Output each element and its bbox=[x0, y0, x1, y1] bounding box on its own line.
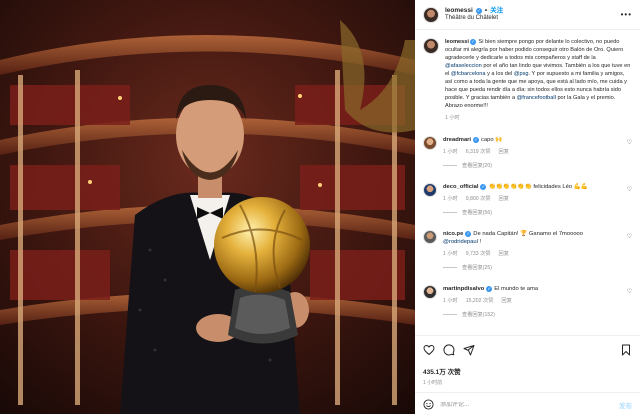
post-time: 1 小时前 bbox=[423, 380, 443, 386]
reply-button[interactable]: 回复 bbox=[499, 195, 509, 203]
caption-time[interactable]: 1 小时 bbox=[445, 114, 460, 122]
follow-separator: • bbox=[484, 7, 488, 15]
comment-text: El mundo te ama bbox=[494, 286, 539, 292]
post-comment-button[interactable]: 发布 bbox=[619, 400, 632, 410]
mention-link[interactable]: @rodridepaul bbox=[443, 239, 478, 245]
bookmark-icon[interactable] bbox=[620, 344, 632, 356]
comment-heart-icon[interactable]: ♡ bbox=[627, 186, 632, 193]
comment-likes[interactable]: 9,733 次赞 bbox=[466, 250, 491, 258]
author-username[interactable]: leomessi bbox=[445, 7, 473, 14]
add-comment-bar: 发布 bbox=[415, 392, 640, 414]
verified-badge-icon: ✓ bbox=[465, 231, 472, 237]
mention-link[interactable]: @fcbarcelona bbox=[451, 71, 486, 77]
verified-badge-icon: ✓ bbox=[469, 39, 476, 45]
view-replies-button[interactable]: 查看回复(20) bbox=[443, 162, 632, 169]
caption-text: y a los del bbox=[485, 71, 514, 77]
comment-likes[interactable]: 9,800 次赞 bbox=[466, 195, 491, 203]
commenter-avatar[interactable] bbox=[423, 285, 437, 299]
comment-item: martinpdisalvo ✓ El mundo te ama 1 小时 15,20… bbox=[423, 285, 632, 305]
reply-button[interactable]: 回复 bbox=[499, 148, 509, 156]
comment-username[interactable]: dreadmari bbox=[443, 137, 471, 143]
like-count[interactable]: 435.1万 次赞 bbox=[423, 366, 632, 376]
comment-likes[interactable]: 15,202 次赞 bbox=[466, 297, 494, 305]
share-icon[interactable] bbox=[463, 344, 475, 356]
author-avatar[interactable] bbox=[423, 38, 439, 54]
comment-username[interactable]: nico.pe bbox=[443, 231, 463, 237]
comment-text: capo 🙌 bbox=[481, 137, 503, 143]
comment-time[interactable]: 1 小时 bbox=[443, 148, 458, 156]
comment-heart-icon[interactable]: ♡ bbox=[627, 233, 632, 240]
location-link[interactable]: Théâtre du Châtelet bbox=[445, 15, 503, 22]
verified-badge-icon: ✓ bbox=[486, 286, 493, 292]
mention-link[interactable]: @psg bbox=[514, 71, 529, 77]
comment-time[interactable]: 1 小时 bbox=[443, 195, 458, 203]
view-replies-button[interactable]: 查看回复(56) bbox=[443, 209, 632, 216]
post-side-panel: leomessi ✓ • 关注 Théâtre du Châtelet ••• … bbox=[415, 0, 640, 414]
verified-badge-icon: ✓ bbox=[475, 8, 482, 15]
photo-illustration bbox=[0, 0, 415, 414]
comment-likes[interactable]: 6,319 次赞 bbox=[466, 148, 491, 156]
comment-item: deco_official ✓ 👏👏👏👏👏👏 felicidades Léo 💪💪 … bbox=[423, 183, 632, 203]
more-icon[interactable]: ••• bbox=[621, 10, 632, 19]
author-avatar[interactable] bbox=[423, 6, 439, 23]
post-caption: leomessi ✓ Si bien siempre pongo por dela… bbox=[423, 38, 632, 122]
verified-badge-icon: ✓ bbox=[473, 137, 480, 143]
comment-username[interactable]: martinpdisalvo bbox=[443, 286, 484, 292]
comment-heart-icon[interactable]: ♡ bbox=[627, 139, 632, 146]
view-replies-button[interactable]: 查看回复(25) bbox=[443, 264, 632, 271]
commenter-avatar[interactable] bbox=[423, 183, 437, 197]
comment-text: ! bbox=[477, 239, 482, 245]
comment-text: 👏👏👏👏👏👏 felicidades Léo 💪💪 bbox=[488, 184, 589, 190]
reply-button[interactable]: 回复 bbox=[501, 297, 511, 305]
caption-username[interactable]: leomessi bbox=[445, 39, 469, 45]
add-comment-input[interactable] bbox=[440, 401, 613, 408]
comment-item: dreadmari ✓ capo 🙌 1 小时 6,319 次赞 回复 ♡ bbox=[423, 136, 632, 156]
post-actions: 435.1万 次赞 1 小时前 发布 bbox=[415, 335, 640, 414]
view-replies-button[interactable]: 查看回复(152) bbox=[443, 311, 632, 318]
comment-heart-icon[interactable]: ♡ bbox=[627, 288, 632, 295]
verified-badge-icon: ✓ bbox=[480, 184, 487, 190]
post-photo[interactable] bbox=[0, 0, 415, 414]
mention-link[interactable]: @afaseleccion bbox=[445, 63, 482, 69]
comments-list[interactable]: leomessi ✓ Si bien siempre pongo por dela… bbox=[415, 30, 640, 334]
comment-time[interactable]: 1 小时 bbox=[443, 250, 458, 258]
heart-icon[interactable] bbox=[423, 344, 435, 356]
reply-button[interactable]: 回复 bbox=[499, 250, 509, 258]
comment-icon[interactable] bbox=[443, 344, 455, 356]
post-header: leomessi ✓ • 关注 Théâtre du Châtelet ••• bbox=[415, 0, 640, 30]
commenter-avatar[interactable] bbox=[423, 230, 437, 244]
emoji-icon[interactable] bbox=[423, 399, 434, 410]
comment-time[interactable]: 1 小时 bbox=[443, 297, 458, 305]
mention-link[interactable]: @francefootball bbox=[517, 95, 556, 101]
follow-button[interactable]: 关注 bbox=[490, 7, 503, 14]
comment-username[interactable]: deco_official bbox=[443, 184, 478, 190]
comment-text: De nada Capitán! 🏆 Ganamo el 7mooooo bbox=[473, 231, 583, 237]
commenter-avatar[interactable] bbox=[423, 136, 437, 150]
comment-item: nico.pe ✓ De nada Capitán! 🏆 Ganamo el 7mo… bbox=[423, 230, 632, 258]
